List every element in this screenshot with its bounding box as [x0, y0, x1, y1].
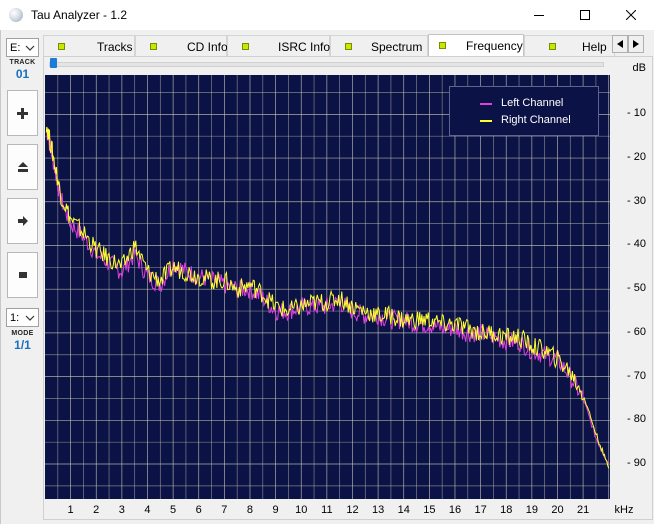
triangle-right-icon [633, 40, 639, 48]
tab-label: ISRC Info [278, 40, 331, 54]
y-tick-label: - 10 [627, 107, 646, 120]
legend-swatch-left [480, 103, 492, 105]
y-tick-label: - 70 [627, 369, 646, 382]
led-icon [150, 43, 157, 50]
legend-label-right: Right Channel [501, 114, 571, 126]
play-button[interactable] [7, 198, 38, 244]
chart-legend: Left Channel Right Channel [449, 86, 599, 136]
y-tick-label: - 80 [627, 413, 646, 426]
eject-icon [17, 162, 28, 172]
mode-select-value: 1: [10, 311, 20, 324]
maximize-button[interactable] [562, 0, 608, 30]
x-tick-label: 13 [371, 504, 385, 516]
arrow-right-icon [17, 216, 28, 226]
led-icon [242, 43, 249, 50]
x-tick-label: 4 [144, 504, 151, 516]
minimize-icon [534, 15, 544, 16]
tab-scroll-right-button[interactable] [628, 35, 644, 53]
x-tick-label: 12 [346, 504, 359, 516]
y-tick-label: - 60 [627, 325, 646, 338]
y-axis-unit: dB [632, 62, 646, 74]
tab-label: Frequency [466, 39, 523, 53]
stop-button[interactable] [7, 252, 38, 298]
tab-label: Help [582, 40, 607, 54]
minimize-button[interactable] [516, 0, 562, 30]
x-tick-label: 11 [321, 504, 333, 516]
x-tick-label: 6 [195, 504, 202, 516]
led-icon [439, 42, 446, 49]
title-bar: Tau Analyzer - 1.2 [0, 0, 654, 30]
mode-label: MODE [11, 330, 34, 337]
drive-select-value: E: [10, 41, 21, 54]
tab-spectrum[interactable]: Spectrum [330, 35, 428, 56]
eject-button[interactable] [7, 144, 38, 190]
chevron-down-icon [25, 45, 35, 51]
led-icon [345, 43, 352, 50]
tab-cd-info[interactable]: CD Info [135, 35, 228, 56]
track-number: 01 [15, 67, 30, 81]
x-tick-label: 21 [576, 504, 590, 516]
x-tick-label: 15 [423, 504, 436, 516]
tab-scroll-left-button[interactable] [612, 35, 628, 53]
left-control-panel: E: TRACK 01 1: MODE 1/1 [2, 36, 41, 520]
maximize-icon [580, 10, 590, 20]
track-label: TRACK [9, 59, 36, 66]
x-tick-label: 3 [118, 504, 125, 516]
tab-label: Spectrum [371, 40, 423, 54]
x-tick-label: 1 [67, 504, 74, 516]
triangle-left-icon [617, 40, 623, 48]
y-tick-label: - 50 [627, 282, 646, 295]
led-icon [549, 43, 556, 50]
plus-icon [17, 107, 28, 119]
x-tick-label: 10 [295, 504, 308, 516]
chevron-down-icon [25, 315, 35, 321]
tab-tracks[interactable]: Tracks [43, 35, 135, 56]
legend-label-left: Left Channel [501, 97, 564, 109]
x-tick-label: 14 [397, 504, 410, 516]
x-tick-label: 5 [170, 504, 177, 516]
y-tick-label: - 30 [627, 194, 646, 207]
legend-swatch-right [480, 120, 492, 122]
mode-select[interactable]: 1: [6, 308, 39, 327]
tab-bar: Tracks CD Info ISRC Info Spectrum Freque… [43, 34, 615, 57]
slider-thumb[interactable] [50, 58, 57, 68]
x-tick-label: 18 [500, 504, 513, 516]
x-tick-label: 20 [551, 504, 564, 516]
y-tick-label: - 40 [627, 238, 646, 251]
x-tick-label: 7 [221, 504, 228, 516]
x-tick-label: 16 [448, 504, 462, 516]
x-tick-label: 9 [272, 504, 279, 516]
tab-isrc-info[interactable]: ISRC Info [227, 35, 330, 56]
y-tick-label: - 20 [627, 151, 646, 164]
tab-label: CD Info [187, 40, 228, 54]
mode-value: 1/1 [14, 338, 31, 352]
next-track-button[interactable] [7, 90, 38, 136]
x-axis-unit: kHz [614, 504, 634, 516]
window-title: Tau Analyzer - 1.2 [31, 8, 128, 22]
position-slider[interactable] [49, 62, 604, 67]
y-tick-label: - 90 [627, 457, 646, 470]
x-tick-label: 2 [93, 504, 100, 516]
tab-label: Tracks [97, 40, 133, 54]
x-tick-label: 8 [246, 504, 254, 516]
close-button[interactable] [608, 0, 654, 30]
x-tick-label: 17 [474, 504, 487, 516]
drive-select[interactable]: E: [6, 38, 39, 57]
x-tick-label: 19 [525, 504, 538, 516]
app-icon [9, 8, 23, 22]
frequency-chart [45, 75, 610, 499]
chart-background [45, 75, 610, 499]
tab-help[interactable]: Help [524, 35, 615, 56]
stop-icon [18, 272, 27, 278]
close-icon [626, 10, 636, 20]
led-icon [58, 43, 65, 50]
tab-frequency[interactable]: Frequency [428, 34, 524, 57]
